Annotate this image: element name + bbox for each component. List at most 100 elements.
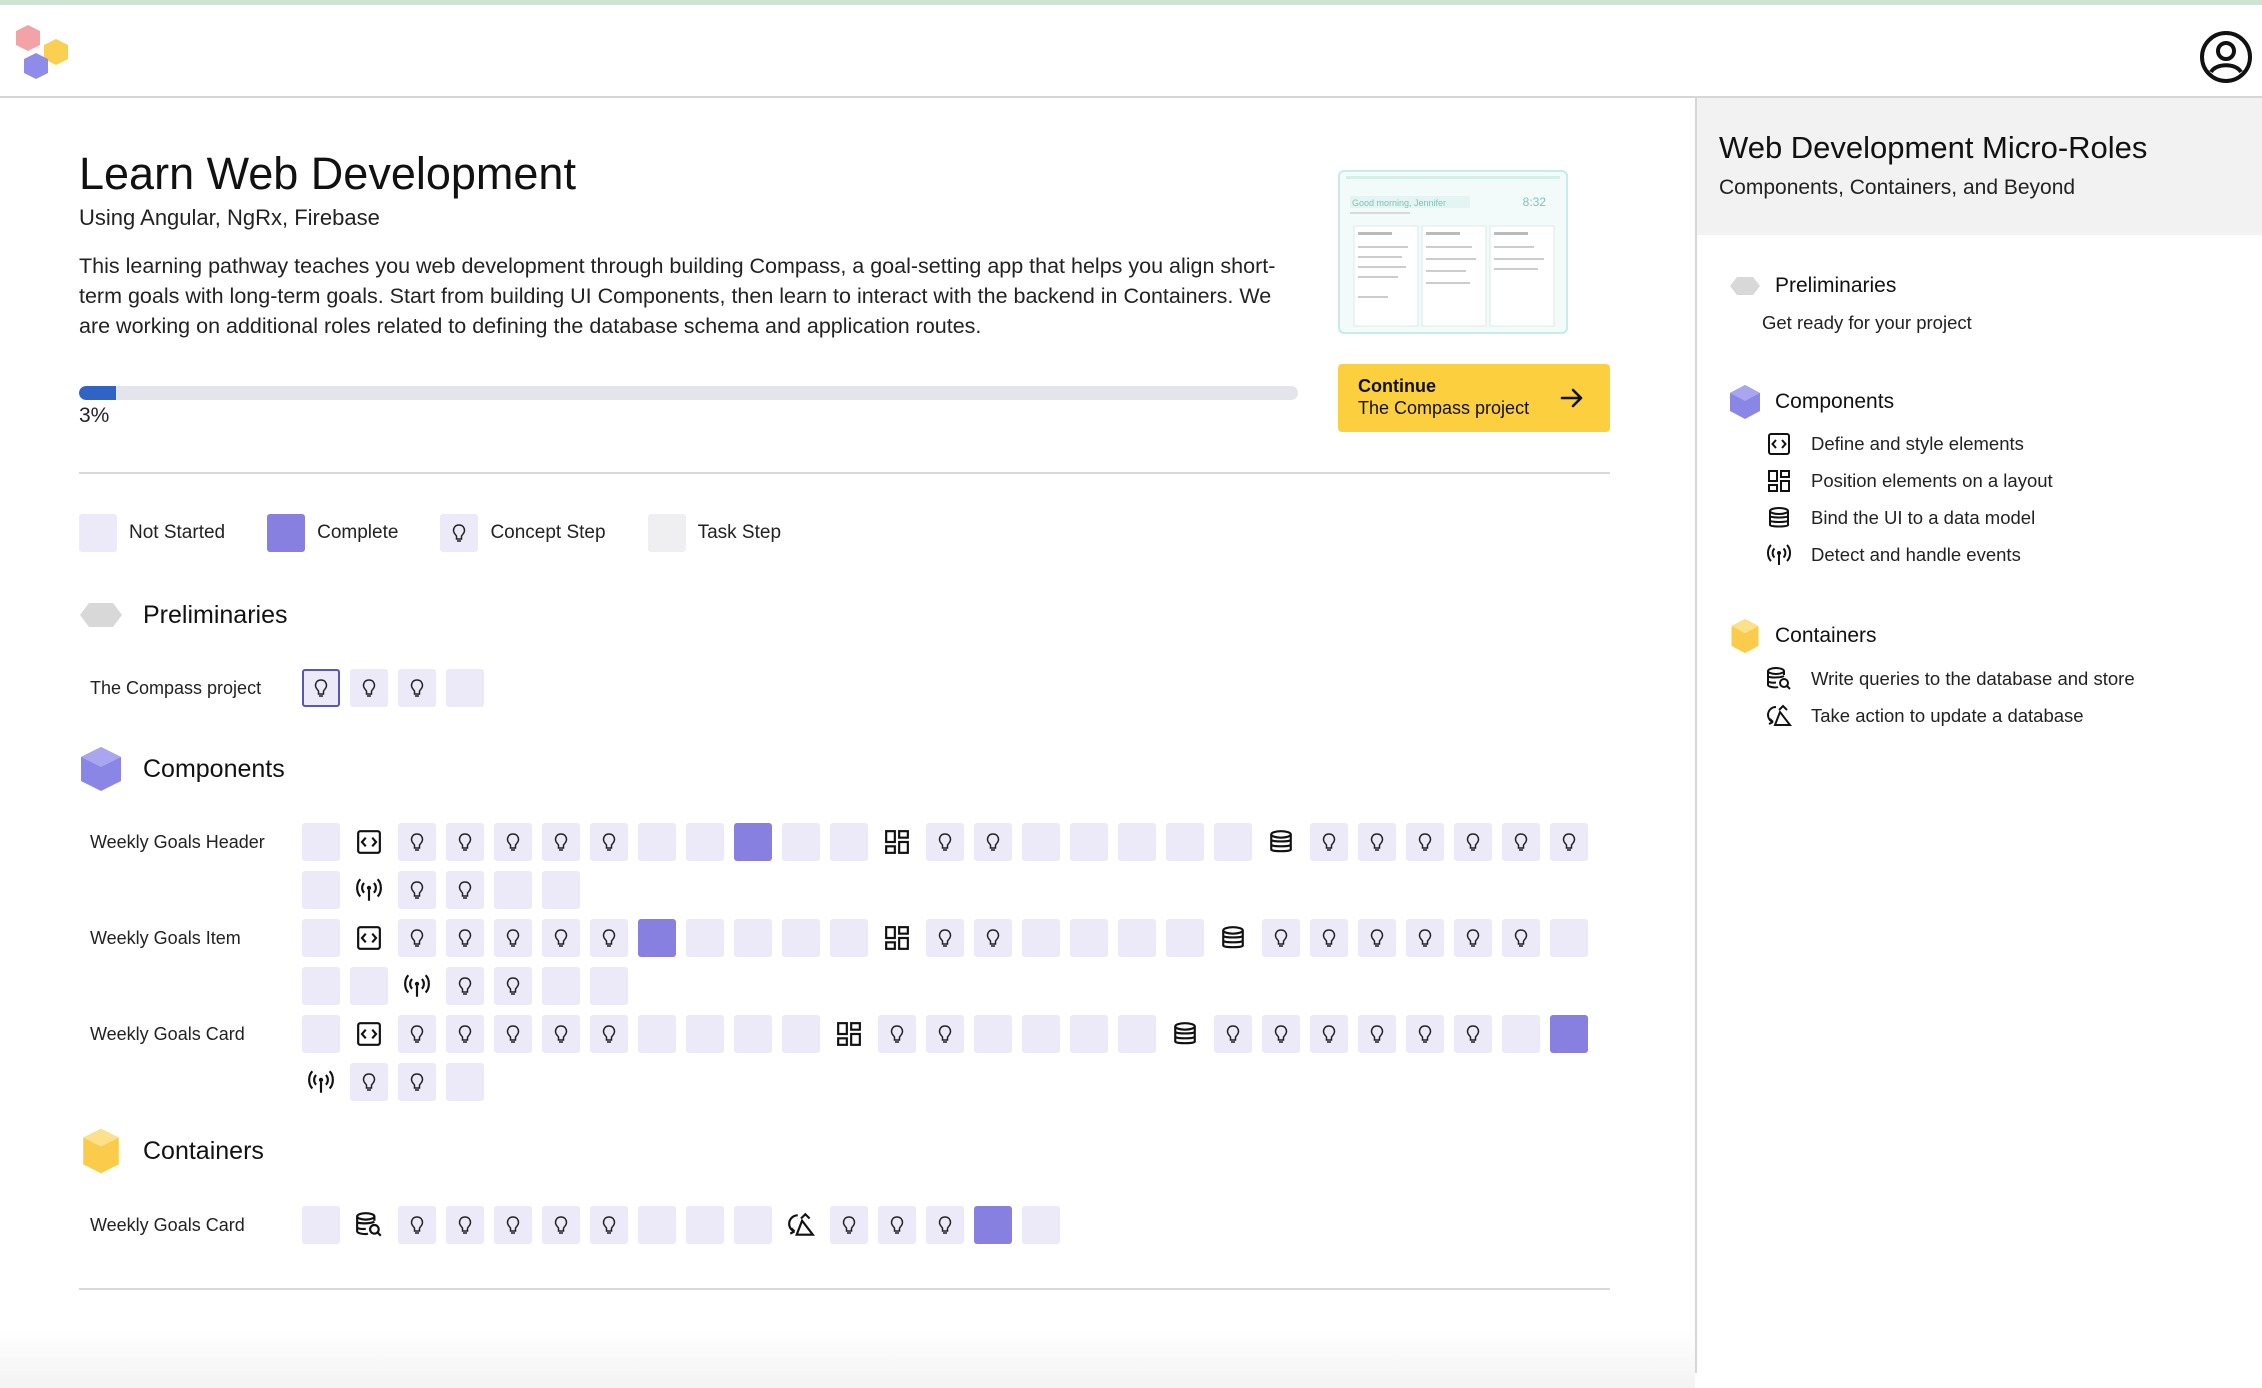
task-step-tile[interactable] xyxy=(542,871,580,909)
lightbulb-icon[interactable] xyxy=(446,1015,484,1053)
lightbulb-icon[interactable] xyxy=(542,1015,580,1053)
lightbulb-icon[interactable] xyxy=(494,823,532,861)
task-step-tile[interactable] xyxy=(782,919,820,957)
lightbulb-icon[interactable] xyxy=(1358,919,1396,957)
code-box-icon[interactable] xyxy=(350,919,388,957)
task-step-tile[interactable] xyxy=(1070,919,1108,957)
task-step-tile[interactable] xyxy=(446,669,484,707)
lightbulb-icon[interactable] xyxy=(926,919,964,957)
sidebar-item-detect-events[interactable]: Detect and handle events xyxy=(1765,541,2021,569)
lightbulb-icon[interactable] xyxy=(1550,823,1588,861)
antenna-icon[interactable] xyxy=(302,1063,340,1101)
task-step-tile[interactable] xyxy=(1118,919,1156,957)
task-step-tile[interactable] xyxy=(302,1015,340,1053)
lightbulb-icon[interactable] xyxy=(398,919,436,957)
task-step-tile[interactable] xyxy=(1166,823,1204,861)
task-step-tile[interactable] xyxy=(1070,1015,1108,1053)
task-step-tile[interactable] xyxy=(302,919,340,957)
task-step-tile[interactable] xyxy=(302,871,340,909)
lightbulb-icon[interactable] xyxy=(446,823,484,861)
task-step-tile[interactable] xyxy=(302,967,340,1005)
task-step-tile[interactable] xyxy=(1022,1015,1060,1053)
task-step-tile[interactable] xyxy=(1502,1015,1540,1053)
task-step-tile[interactable] xyxy=(734,1206,772,1244)
database-search-icon[interactable] xyxy=(350,1206,388,1244)
lightbulb-icon[interactable] xyxy=(1502,919,1540,957)
antenna-icon[interactable] xyxy=(398,967,436,1005)
task-step-tile[interactable] xyxy=(1118,1015,1156,1053)
lightbulb-icon[interactable] xyxy=(494,1015,532,1053)
task-step-tile[interactable] xyxy=(638,1206,676,1244)
project-preview-thumbnail[interactable]: Good morning, Jennifer 8:32 xyxy=(1338,170,1568,334)
lightbulb-icon[interactable] xyxy=(302,669,340,707)
lightbulb-icon[interactable] xyxy=(446,967,484,1005)
lightbulb-icon[interactable] xyxy=(1310,823,1348,861)
lightbulb-icon[interactable] xyxy=(398,1063,436,1101)
task-step-tile[interactable] xyxy=(782,1015,820,1053)
lightbulb-icon[interactable] xyxy=(1454,919,1492,957)
antenna-icon[interactable] xyxy=(350,871,388,909)
completed-step-tile[interactable] xyxy=(1550,1015,1588,1053)
task-step-tile[interactable] xyxy=(1214,823,1252,861)
lightbulb-icon[interactable] xyxy=(1454,823,1492,861)
sidebar-section-containers[interactable]: Containers xyxy=(1729,618,1877,654)
lightbulb-icon[interactable] xyxy=(926,1015,964,1053)
layout-grid-icon[interactable] xyxy=(878,823,916,861)
lightbulb-icon[interactable] xyxy=(1262,919,1300,957)
lightbulb-icon[interactable] xyxy=(878,1015,916,1053)
sidebar-item-get-ready[interactable]: Get ready for your project xyxy=(1762,312,1972,334)
task-step-tile[interactable] xyxy=(782,823,820,861)
task-step-tile[interactable] xyxy=(638,1015,676,1053)
layout-grid-icon[interactable] xyxy=(830,1015,868,1053)
lightbulb-icon[interactable] xyxy=(1310,1015,1348,1053)
hexagons-logo[interactable] xyxy=(14,23,72,85)
task-step-tile[interactable] xyxy=(974,1015,1012,1053)
lightbulb-icon[interactable] xyxy=(590,1015,628,1053)
database-icon[interactable] xyxy=(1166,1015,1204,1053)
lightbulb-icon[interactable] xyxy=(1358,1015,1396,1053)
lightbulb-icon[interactable] xyxy=(974,919,1012,957)
completed-step-tile[interactable] xyxy=(638,919,676,957)
account-circle-icon[interactable] xyxy=(2198,29,2258,89)
completed-step-tile[interactable] xyxy=(974,1206,1012,1244)
task-step-tile[interactable] xyxy=(734,1015,772,1053)
lightbulb-icon[interactable] xyxy=(1502,823,1540,861)
lightbulb-icon[interactable] xyxy=(446,919,484,957)
task-step-tile[interactable] xyxy=(302,1206,340,1244)
sidebar-item-write-queries[interactable]: Write queries to the database and store xyxy=(1765,665,2135,693)
code-box-icon[interactable] xyxy=(350,823,388,861)
task-step-tile[interactable] xyxy=(638,823,676,861)
task-step-tile[interactable] xyxy=(350,967,388,1005)
task-step-tile[interactable] xyxy=(446,1063,484,1101)
lightbulb-icon[interactable] xyxy=(926,823,964,861)
lightbulb-icon[interactable] xyxy=(542,823,580,861)
continue-button[interactable]: Continue The Compass project xyxy=(1338,364,1610,432)
task-step-tile[interactable] xyxy=(734,919,772,957)
task-step-tile[interactable] xyxy=(686,1206,724,1244)
lightbulb-icon[interactable] xyxy=(1310,919,1348,957)
lightbulb-icon[interactable] xyxy=(878,1206,916,1244)
update-action-icon[interactable] xyxy=(782,1206,820,1244)
lightbulb-icon[interactable] xyxy=(446,1206,484,1244)
lightbulb-icon[interactable] xyxy=(1406,823,1444,861)
lightbulb-icon[interactable] xyxy=(398,1015,436,1053)
task-step-tile[interactable] xyxy=(830,823,868,861)
task-step-tile[interactable] xyxy=(1118,823,1156,861)
task-step-tile[interactable] xyxy=(830,919,868,957)
sidebar-item-bind-data[interactable]: Bind the UI to a data model xyxy=(1765,504,2035,532)
lightbulb-icon[interactable] xyxy=(1214,1015,1252,1053)
database-icon[interactable] xyxy=(1262,823,1300,861)
lightbulb-icon[interactable] xyxy=(542,919,580,957)
task-step-tile[interactable] xyxy=(1070,823,1108,861)
lightbulb-icon[interactable] xyxy=(974,823,1012,861)
lightbulb-icon[interactable] xyxy=(494,1206,532,1244)
database-icon[interactable] xyxy=(1214,919,1252,957)
lightbulb-icon[interactable] xyxy=(494,919,532,957)
task-step-tile[interactable] xyxy=(1550,919,1588,957)
lightbulb-icon[interactable] xyxy=(590,1206,628,1244)
lightbulb-icon[interactable] xyxy=(590,823,628,861)
task-step-tile[interactable] xyxy=(302,823,340,861)
lightbulb-icon[interactable] xyxy=(398,1206,436,1244)
sidebar-item-define-style[interactable]: Define and style elements xyxy=(1765,430,2024,458)
sidebar-section-preliminaries[interactable]: Preliminaries xyxy=(1729,268,1896,304)
